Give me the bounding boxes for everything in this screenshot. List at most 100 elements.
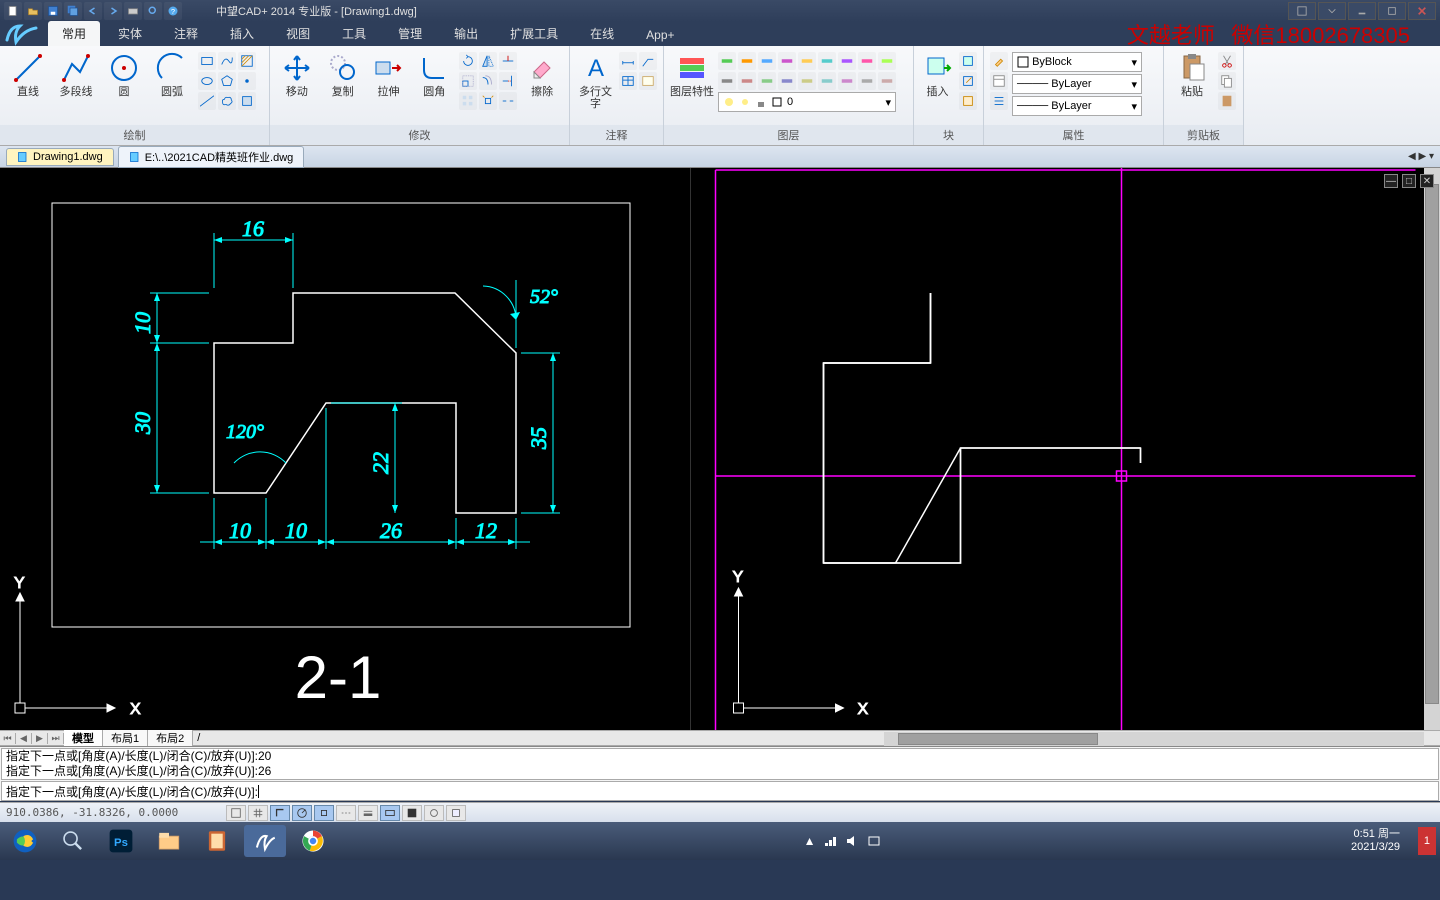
stretch-button[interactable]: 拉伸 [368,52,410,98]
paste-spec-icon[interactable] [1218,92,1236,110]
cycle-toggle[interactable] [424,805,444,821]
field-icon[interactable] [639,72,657,90]
fillet-button[interactable]: 圆角 [413,52,455,98]
otrack-toggle[interactable] [336,805,356,821]
copy-button[interactable]: 复制 [322,52,364,98]
wblock-icon[interactable] [959,92,977,110]
grid-toggle[interactable] [248,805,268,821]
laymch-icon[interactable] [818,52,836,70]
layout-nav[interactable]: ⏮◀▶⏭ [0,733,64,744]
qp-toggle[interactable] [446,805,466,821]
scale-icon[interactable] [459,72,477,90]
layout-1[interactable]: 布局1 [103,730,148,746]
spline-icon[interactable] [218,52,236,70]
ellipse-icon[interactable] [198,72,216,90]
tb-ps[interactable]: Ps [100,825,142,857]
tab-output[interactable]: 输出 [440,21,492,46]
viewport-left[interactable]: 16 10 30 120° 52° [0,168,691,730]
tab-insert[interactable]: 插入 [216,21,268,46]
laymrg-icon[interactable] [798,72,816,90]
qat-save-icon[interactable] [44,2,62,20]
lwt-toggle[interactable] [358,805,378,821]
tab-tools[interactable]: 工具 [328,21,380,46]
polygon-icon[interactable] [218,72,236,90]
arc-button[interactable]: 圆弧 [150,52,194,98]
mirror-icon[interactable] [479,52,497,70]
matchprop-icon[interactable] [990,52,1008,70]
network-icon[interactable] [823,834,837,848]
hatch-icon[interactable] [238,52,256,70]
xline-icon[interactable] [198,92,216,110]
erase-button[interactable]: 擦除 [521,52,563,98]
qat-undo-icon[interactable] [84,2,102,20]
point-icon[interactable] [238,72,256,90]
region-icon[interactable] [238,92,256,110]
layer-props-button[interactable]: 图层特性 [670,52,714,98]
list-icon[interactable] [990,92,1008,110]
osnap-toggle[interactable] [314,805,334,821]
mtext-button[interactable]: A多行文字 [576,52,615,110]
circle-button[interactable]: 圆 [102,52,146,98]
tb-explorer[interactable] [148,825,190,857]
paste-button[interactable]: 粘贴 [1170,52,1214,98]
layon-icon[interactable] [838,52,856,70]
tb-zwcad[interactable] [244,825,286,857]
move-button[interactable]: 移动 [276,52,318,98]
qat-help-icon[interactable]: ? [164,2,182,20]
laystate-icon[interactable] [838,72,856,90]
action-icon[interactable] [867,834,881,848]
mdi-close[interactable]: ✕ [1420,174,1434,188]
linetype-combo[interactable]: ──── ByLayer▾ [1012,74,1142,94]
polyline-button[interactable]: 多段线 [54,52,98,98]
properties-icon[interactable] [990,72,1008,90]
doctab-1[interactable]: Drawing1.dwg [6,148,114,166]
qat-redo-icon[interactable] [104,2,122,20]
layulk-icon[interactable] [878,52,896,70]
copy-clip-icon[interactable] [1218,72,1236,90]
leader-icon[interactable] [639,52,657,70]
layext2-icon[interactable] [878,72,896,90]
qat-plot-icon[interactable] [124,2,142,20]
tab-express[interactable]: 扩展工具 [496,21,572,46]
extend-icon[interactable] [499,72,517,90]
offset-icon[interactable] [479,72,497,90]
app-logo-icon[interactable] [2,18,42,48]
edit-block-icon[interactable] [959,72,977,90]
drawing-area[interactable]: — □ ✕ 16 10 [0,168,1440,730]
explode-icon[interactable] [479,92,497,110]
polar-toggle[interactable] [292,805,312,821]
laymcur-icon[interactable] [718,52,736,70]
rotate-icon[interactable] [459,52,477,70]
qat-saveall-icon[interactable] [64,2,82,20]
lineweight-combo[interactable]: ──── ByLayer▾ [1012,96,1142,116]
doctab-2[interactable]: E:\..\2021CAD精英班作业.dwg [118,146,305,168]
start-button[interactable] [4,825,46,857]
viewport-right[interactable]: X Y [691,168,1440,730]
tab-app[interactable]: App+ [632,24,688,46]
doctab-nav[interactable]: ◀ ▶ ▾ [1408,151,1434,162]
tab-online[interactable]: 在线 [576,21,628,46]
layp-icon[interactable] [718,72,736,90]
layout-2[interactable]: 布局2 [148,730,193,746]
laycur-icon[interactable] [818,72,836,90]
mdi-max[interactable]: □ [1402,174,1416,188]
close-button[interactable] [1408,2,1436,20]
insert-block-button[interactable]: 插入 [920,52,955,98]
laythw-icon[interactable] [858,52,876,70]
tab-solid[interactable]: 实体 [104,21,156,46]
volume-icon[interactable] [845,834,859,848]
tab-view[interactable]: 视图 [272,21,324,46]
tab-annotate[interactable]: 注释 [160,21,212,46]
trim-icon[interactable] [499,52,517,70]
layer-combo[interactable]: 0 ▾ [718,92,896,112]
ortho-toggle[interactable] [270,805,290,821]
qat-preview-icon[interactable] [144,2,162,20]
break-icon[interactable] [499,92,517,110]
snap-toggle[interactable] [226,805,246,821]
tray-up-icon[interactable]: ▲ [804,834,816,848]
vscroll[interactable] [1424,168,1440,730]
hscroll[interactable] [884,732,1424,746]
notification-badge[interactable]: 1 [1418,827,1436,855]
layoff-icon[interactable] [778,52,796,70]
tab-home[interactable]: 常用 [48,21,100,46]
